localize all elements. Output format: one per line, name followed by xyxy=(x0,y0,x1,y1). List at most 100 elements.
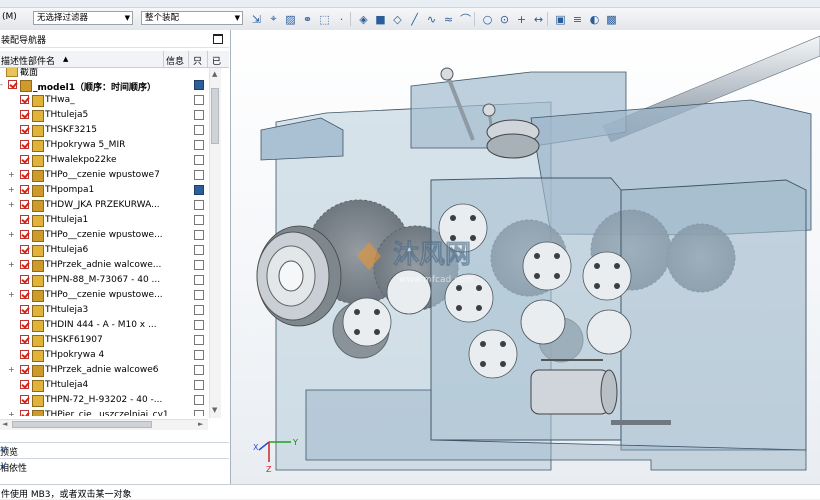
tree-horizontal-scrollbar[interactable]: ◄ ► xyxy=(0,419,208,430)
readonly-checkbox[interactable] xyxy=(194,395,204,405)
scroll-up-icon[interactable]: ▲ xyxy=(212,70,217,78)
tree-row[interactable]: THtuleja3 xyxy=(0,303,208,318)
circle-icon[interactable]: ○ xyxy=(479,11,496,28)
visibility-checkbox[interactable] xyxy=(20,215,29,224)
snap-icon[interactable]: ⌖ xyxy=(265,11,282,28)
visibility-checkbox[interactable] xyxy=(20,185,29,194)
scrollbar-thumb[interactable] xyxy=(12,421,152,428)
shaded-icon[interactable]: ■ xyxy=(372,11,389,28)
chevron-down-icon[interactable]: ∨ xyxy=(0,444,219,455)
visibility-checkbox[interactable] xyxy=(20,335,29,344)
readonly-checkbox[interactable] xyxy=(194,245,204,255)
readonly-checkbox[interactable] xyxy=(194,230,204,240)
visibility-checkbox[interactable] xyxy=(20,260,29,269)
tree-row[interactable]: + THpompa1 xyxy=(0,183,208,198)
visibility-checkbox[interactable] xyxy=(20,95,29,104)
visibility-checkbox[interactable] xyxy=(20,350,29,359)
color-icon[interactable]: ▨ xyxy=(282,11,299,28)
tree-row[interactable]: THwalekpo22ke xyxy=(0,153,208,168)
tree-row[interactable]: THtuleja1 xyxy=(0,213,208,228)
render-icon[interactable]: ◐ xyxy=(586,11,603,28)
selection-filter-combo[interactable]: 无选择过滤器 ▼ xyxy=(33,11,133,25)
preview-section[interactable]: 预览 ∨ xyxy=(0,442,229,458)
tree-row[interactable]: 截面 xyxy=(0,68,208,78)
line-icon[interactable]: ╱ xyxy=(406,11,423,28)
tree-row[interactable]: THtuleja4 xyxy=(0,378,208,393)
tree-vertical-scrollbar[interactable]: ▲ ▼ xyxy=(209,68,221,418)
link-icon[interactable]: ⚭ xyxy=(299,11,316,28)
tree-row[interactable]: + THDW_JKA PRZEKURWA... xyxy=(0,198,208,213)
tree-row[interactable]: + THPo__czenie wpustowe... xyxy=(0,288,208,303)
tree-row[interactable]: THtuleja6 xyxy=(0,243,208,258)
graphics-viewport[interactable]: 沐风网 www.mfcad.com Y X Z xyxy=(231,30,820,484)
visibility-checkbox[interactable] xyxy=(20,320,29,329)
tree-row[interactable]: THPN-88_M-73067 - 40 ... xyxy=(0,273,208,288)
visibility-checkbox[interactable] xyxy=(20,110,29,119)
tree-row[interactable]: THSKF3215 xyxy=(0,123,208,138)
readonly-checkbox[interactable] xyxy=(194,380,204,390)
readonly-checkbox[interactable] xyxy=(194,170,204,180)
dimension-icon[interactable]: ↔ xyxy=(530,11,547,28)
visibility-checkbox[interactable] xyxy=(8,80,17,89)
tree-row[interactable]: THPN-72_H-93202 - 40 -... xyxy=(0,393,208,408)
column-name[interactable]: 描述性部件名 xyxy=(1,54,55,67)
readonly-checkbox[interactable] xyxy=(194,155,204,165)
expand-toggle-icon[interactable]: + xyxy=(8,185,15,194)
select-icon[interactable]: ⬚ xyxy=(316,11,333,28)
tree-row[interactable]: THpokrywa 5_MIR xyxy=(0,138,208,153)
readonly-checkbox[interactable] xyxy=(194,335,204,345)
tree-row[interactable]: THSKF61907 xyxy=(0,333,208,348)
visibility-checkbox[interactable] xyxy=(20,410,29,416)
visibility-checkbox[interactable] xyxy=(20,290,29,299)
spline-icon[interactable]: ≈ xyxy=(440,11,457,28)
cross-icon[interactable]: + xyxy=(513,11,530,28)
readonly-checkbox[interactable] xyxy=(194,140,204,150)
menu-button[interactable]: (M) xyxy=(2,12,17,22)
visibility-checkbox[interactable] xyxy=(20,170,29,179)
visibility-checkbox[interactable] xyxy=(20,155,29,164)
scrollbar-thumb[interactable] xyxy=(211,88,219,144)
selection-scope-combo[interactable]: 整个装配 ▼ xyxy=(141,11,243,25)
save-disk-icon[interactable] xyxy=(194,80,204,90)
expand-toggle-icon[interactable]: + xyxy=(8,260,15,269)
tree-row[interactable]: THtuleja5 xyxy=(0,108,208,123)
tree-row[interactable]: + THPier_cie_ uszczelniaj_cy1 xyxy=(0,408,208,416)
readonly-checkbox[interactable] xyxy=(194,350,204,360)
readonly-checkbox[interactable] xyxy=(194,125,204,135)
view-cube-icon[interactable]: ◈ xyxy=(355,11,372,28)
readonly-checkbox[interactable] xyxy=(194,260,204,270)
column-modified[interactable]: 已 xyxy=(212,54,221,67)
readonly-checkbox[interactable] xyxy=(194,320,204,330)
arc-icon[interactable]: ⌒ xyxy=(457,11,474,28)
visibility-checkbox[interactable] xyxy=(20,125,29,134)
visibility-checkbox[interactable] xyxy=(20,245,29,254)
visibility-checkbox[interactable] xyxy=(20,140,29,149)
scroll-right-icon[interactable]: ► xyxy=(198,420,203,428)
expand-toggle-icon[interactable]: + xyxy=(8,365,15,374)
maximize-icon[interactable] xyxy=(213,34,223,44)
curve-icon[interactable]: ∿ xyxy=(423,11,440,28)
chevron-down-icon[interactable]: ∨ xyxy=(0,460,219,471)
visibility-checkbox[interactable] xyxy=(20,365,29,374)
readonly-checkbox[interactable] xyxy=(194,410,204,416)
readonly-checkbox[interactable] xyxy=(194,215,204,225)
tree-row[interactable]: THwa_ xyxy=(0,93,208,108)
point-icon[interactable]: · xyxy=(333,11,350,28)
tree-row[interactable]: THDIN 444 - A - M10 x ... xyxy=(0,318,208,333)
display-icon[interactable]: ▣ xyxy=(552,11,569,28)
readonly-checkbox[interactable] xyxy=(194,95,204,105)
expand-toggle-icon[interactable]: + xyxy=(8,290,15,299)
readonly-checkbox[interactable] xyxy=(194,275,204,285)
expand-toggle-icon[interactable]: + xyxy=(8,230,15,239)
center-icon[interactable]: ⊙ xyxy=(496,11,513,28)
expand-toggle-icon[interactable]: + xyxy=(8,170,15,179)
readonly-checkbox[interactable] xyxy=(194,365,204,375)
tree-row[interactable]: + THPrzek_adnie walcowe6 xyxy=(0,363,208,378)
expand-toggle-icon[interactable]: - xyxy=(0,80,3,89)
layer-icon[interactable]: ≡ xyxy=(569,11,586,28)
readonly-checkbox[interactable] xyxy=(194,200,204,210)
wireframe-icon[interactable]: ◇ xyxy=(389,11,406,28)
tree-row[interactable]: - _model1（顺序：时间顺序） xyxy=(0,78,208,93)
column-info[interactable]: 信息 xyxy=(166,54,184,67)
scroll-down-icon[interactable]: ▼ xyxy=(212,406,217,414)
